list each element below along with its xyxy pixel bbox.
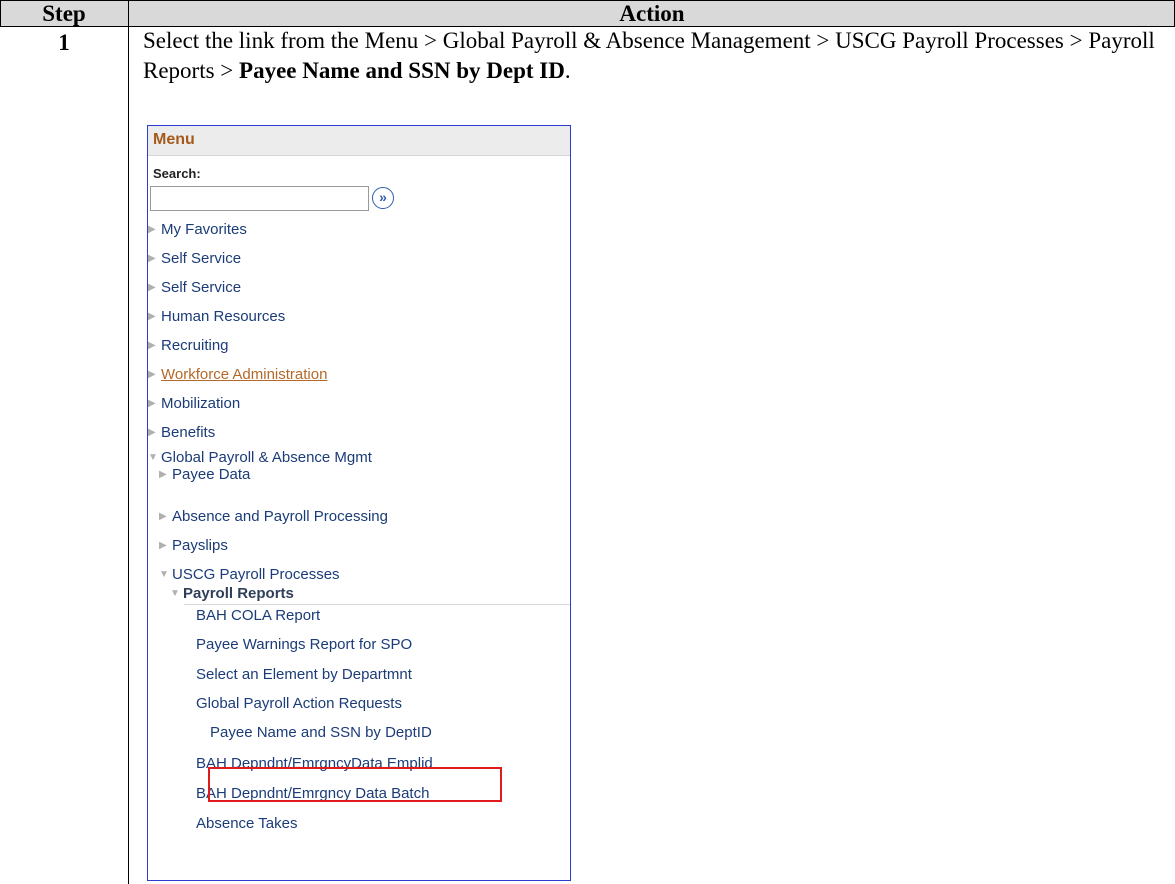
- menu-item-absence-takes[interactable]: Absence Takes: [196, 814, 297, 834]
- header-step: Step: [42, 1, 86, 26]
- right-triangle-icon: ▶: [148, 253, 156, 265]
- menu-item-label: USCG Payroll Processes: [172, 566, 340, 583]
- menu-item-label: Select an Element by Departmnt: [196, 666, 412, 683]
- menu-item-global-payroll-action-requests[interactable]: Global Payroll Action Requests: [196, 694, 402, 714]
- menu-item-mobilization[interactable]: ▶ Mobilization: [148, 394, 240, 414]
- menu-item-label: Payslips: [172, 537, 228, 554]
- menu-item-payee-warnings-report[interactable]: Payee Warnings Report for SPO: [196, 635, 412, 655]
- menu-item-label: My Favorites: [161, 221, 247, 238]
- menu-item-label: Mobilization: [161, 395, 241, 412]
- right-triangle-icon: ▶: [159, 511, 167, 523]
- menu-item-label: Payroll Reports: [183, 585, 294, 602]
- right-triangle-icon: ▶: [148, 340, 156, 352]
- menu-item-label: Global Payroll Action Requests: [196, 695, 402, 712]
- menu-item-label: Human Resources: [161, 308, 286, 325]
- menu-item-payee-data[interactable]: ▶ Payee Data: [159, 465, 250, 485]
- menu-item-payroll-reports[interactable]: ▼ Payroll Reports: [170, 584, 294, 604]
- menu-item-label: Benefits: [161, 424, 216, 441]
- menu-item-workforce-administration[interactable]: ▶ Workforce Administration: [148, 365, 327, 385]
- right-triangle-icon: ▶: [159, 540, 167, 552]
- highlight-box: [208, 767, 502, 802]
- down-triangle-icon: ▼: [170, 588, 180, 600]
- menu-item-label: Absence Takes: [196, 815, 298, 832]
- down-triangle-icon: ▼: [159, 569, 169, 581]
- go-arrow-icon[interactable]: »: [372, 187, 394, 209]
- right-triangle-icon: ▶: [148, 311, 156, 323]
- menu-item-label: Absence and Payroll Processing: [172, 508, 388, 525]
- menu-item-label: Self Service: [161, 250, 242, 267]
- right-triangle-icon: ▶: [148, 282, 156, 294]
- submenu-divider: [184, 604, 570, 605]
- table-column-divider: [128, 0, 129, 884]
- instruction-bold-target: Payee Name and SSN by Dept ID: [239, 58, 565, 83]
- menu-item-label: Payee Data: [172, 466, 251, 483]
- step-instruction: Select the link from the Menu > Global P…: [143, 26, 1163, 86]
- menu-item-label: Payee Warnings Report for SPO: [196, 636, 413, 653]
- procedure-table: Step Action 1 Select the link from the M…: [0, 0, 1175, 884]
- menu-item-label: Payee Name and SSN by DeptID: [210, 724, 432, 741]
- menu-item-payee-name-ssn-by-deptid[interactable]: Payee Name and SSN by DeptID: [210, 723, 432, 743]
- menu-item-label: Recruiting: [161, 337, 229, 354]
- menu-item-label: BAH COLA Report: [196, 607, 321, 624]
- menu-item-recruiting[interactable]: ▶ Recruiting: [148, 336, 229, 356]
- menu-item-self-service-2[interactable]: ▶ Self Service: [148, 278, 241, 298]
- menu-item-label: Self Service: [161, 279, 242, 296]
- menu-item-human-resources[interactable]: ▶ Human Resources: [148, 307, 285, 327]
- menu-item-absence-payroll-processing[interactable]: ▶ Absence and Payroll Processing: [159, 507, 388, 527]
- right-triangle-icon: ▶: [159, 469, 167, 481]
- search-label: Search:: [153, 166, 201, 181]
- menu-item-payslips[interactable]: ▶ Payslips: [159, 536, 228, 556]
- step-number: 1: [58, 30, 70, 55]
- search-input[interactable]: [150, 186, 369, 211]
- right-triangle-icon: ▶: [148, 224, 156, 236]
- right-triangle-icon: ▶: [148, 398, 156, 410]
- header-action: Action: [619, 1, 685, 26]
- menu-item-benefits[interactable]: ▶ Benefits: [148, 423, 215, 443]
- right-triangle-icon: ▶: [148, 369, 156, 381]
- menu-item-self-service[interactable]: ▶ Self Service: [148, 249, 241, 269]
- right-triangle-icon: ▶: [148, 427, 156, 439]
- menu-item-label: Global Payroll & Absence Mgmt: [161, 449, 372, 466]
- menu-item-my-favorites[interactable]: ▶ My Favorites: [148, 220, 247, 240]
- menu-item-select-element-by-dept[interactable]: Select an Element by Departmnt: [196, 665, 412, 685]
- instruction-period: .: [564, 58, 571, 83]
- menu-item-uscg-payroll-processes[interactable]: ▼ USCG Payroll Processes: [159, 565, 340, 585]
- menu-header: Menu: [148, 126, 570, 156]
- menu-item-bah-cola-report[interactable]: BAH COLA Report: [196, 606, 320, 626]
- menu-item-label: Workforce Administration: [161, 366, 328, 383]
- menu-title: Menu: [153, 131, 195, 148]
